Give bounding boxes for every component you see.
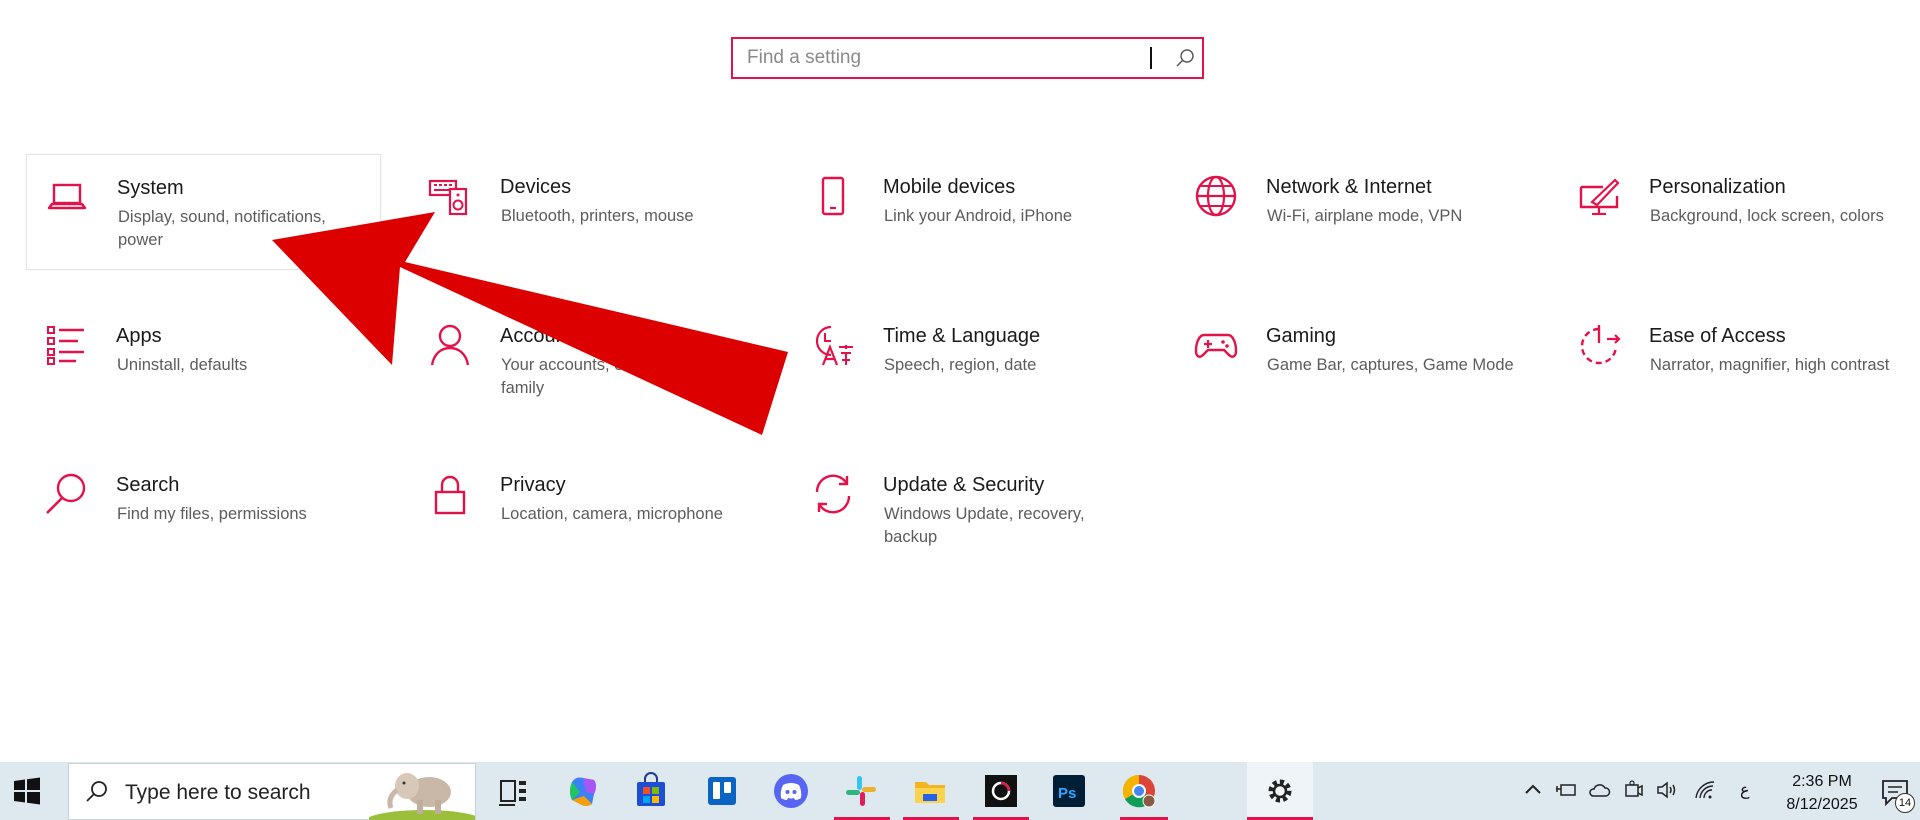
category-description: Display, sound, notifications, power <box>118 208 326 249</box>
category-description: Background, lock screen, colors <box>1650 207 1884 225</box>
taskbar-search-box[interactable]: Type here to search <box>68 763 476 820</box>
text-caret <box>1150 47 1152 69</box>
trello-icon[interactable] <box>703 772 741 810</box>
taskbar: Type here to search Ps ع 2:36 PM 8/12/20… <box>0 762 1920 820</box>
battery-plug-icon[interactable] <box>1554 778 1578 802</box>
find-setting-input[interactable] <box>747 46 1147 70</box>
category-devices[interactable]: Devices Bluetooth, printers, mouse <box>410 154 765 270</box>
category-description: Uninstall, defaults <box>117 356 248 374</box>
paintbrush-icon <box>1577 174 1621 218</box>
category-update-security[interactable]: Update & Security Windows Update, recove… <box>793 452 1148 568</box>
store-icon[interactable] <box>632 772 670 810</box>
category-accounts[interactable]: Accounts Your accounts, email, sync, wor… <box>410 303 765 419</box>
category-description: Location, camera, microphone <box>501 505 723 523</box>
ease-of-access-icon <box>1577 323 1621 367</box>
wifi-icon[interactable] <box>1693 778 1717 802</box>
photoshop-icon[interactable]: Ps <box>1050 772 1088 810</box>
category-time-language[interactable]: Time & Language Speech, region, date <box>793 303 1148 419</box>
category-title: Accounts <box>500 325 583 347</box>
find-setting-search-box[interactable] <box>731 37 1204 79</box>
category-title: Network & Internet <box>1266 176 1432 198</box>
category-description: Link your Android, iPhone <box>884 207 1073 225</box>
category-title: Apps <box>116 325 162 347</box>
category-network-internet[interactable]: Network & Internet Wi-Fi, airplane mode,… <box>1176 154 1531 270</box>
category-description: Narrator, magnifier, high contrast <box>1650 356 1890 374</box>
category-ease-of-access[interactable]: Ease of Access Narrator, magnifier, high… <box>1559 303 1914 419</box>
cloud-icon[interactable] <box>1587 778 1611 802</box>
file-explorer-icon[interactable] <box>911 772 949 810</box>
media-app-icon[interactable] <box>982 772 1020 810</box>
meet-now-icon[interactable] <box>1621 778 1645 802</box>
notification-count-badge: 14 <box>1895 793 1915 813</box>
search-icon <box>86 781 107 802</box>
category-apps[interactable]: Apps Uninstall, defaults <box>26 303 381 419</box>
category-title: Devices <box>500 176 572 198</box>
category-title: Gaming <box>1266 325 1337 347</box>
taskbar-search-placeholder: Type here to search <box>125 781 311 804</box>
volume-icon[interactable] <box>1655 778 1679 802</box>
elephant-doodle-icon <box>369 773 475 820</box>
chrome-icon[interactable] <box>1120 772 1158 810</box>
sync-icon <box>811 472 855 516</box>
clock-time: 2:36 PM <box>1792 773 1852 790</box>
task-view-icon[interactable] <box>494 772 532 810</box>
category-description: Wi-Fi, airplane mode, VPN <box>1267 207 1463 225</box>
category-description: Game Bar, captures, Game Mode <box>1267 356 1514 374</box>
phone-icon <box>811 174 855 218</box>
discord-icon[interactable] <box>772 772 810 810</box>
apps-list-icon <box>44 323 88 367</box>
category-title: Time & Language <box>883 325 1041 347</box>
lock-icon <box>428 472 472 516</box>
svg-text:Ps: Ps <box>1058 785 1076 802</box>
category-title: Personalization <box>1649 176 1786 198</box>
devices-icon <box>428 174 472 218</box>
search-icon[interactable] <box>1174 48 1196 70</box>
category-system[interactable]: System Display, sound, notifications, po… <box>26 154 381 270</box>
category-description: Bluetooth, printers, mouse <box>501 207 694 225</box>
category-title: Privacy <box>500 474 566 496</box>
person-icon <box>428 323 472 367</box>
category-title: System <box>117 177 184 199</box>
gamepad-icon <box>1194 323 1238 367</box>
category-personalization[interactable]: Personalization Background, lock screen,… <box>1559 154 1914 270</box>
category-privacy[interactable]: Privacy Location, camera, microphone <box>410 452 765 568</box>
category-description: Speech, region, date <box>884 356 1037 374</box>
category-mobile-devices[interactable]: Mobile devices Link your Android, iPhone <box>793 154 1148 270</box>
laptop-icon <box>45 175 89 219</box>
taskbar-clock[interactable]: 2:36 PM 8/12/2025 <box>1772 770 1872 816</box>
search-icon <box>44 472 88 516</box>
category-gaming[interactable]: Gaming Game Bar, captures, Game Mode <box>1176 303 1531 419</box>
chevron-up-icon[interactable] <box>1521 778 1545 802</box>
input-language-indicator[interactable]: ع <box>1740 780 1750 800</box>
time-language-icon <box>811 323 855 367</box>
category-description: Windows Update, recovery, backup <box>884 505 1085 546</box>
category-title: Ease of Access <box>1649 325 1786 347</box>
category-title: Search <box>116 474 180 496</box>
category-description: Your accounts, email, sync, work, family <box>501 356 746 397</box>
clock-date: 8/12/2025 <box>1786 796 1858 813</box>
category-description: Find my files, permissions <box>117 505 307 523</box>
globe-icon <box>1194 174 1238 218</box>
category-title: Update & Security <box>883 474 1045 496</box>
slack-icon[interactable] <box>842 772 880 810</box>
settings-icon[interactable] <box>1261 772 1299 810</box>
category-search[interactable]: Search Find my files, permissions <box>26 452 381 568</box>
category-title: Mobile devices <box>883 176 1016 198</box>
windows-start-icon[interactable] <box>12 776 42 806</box>
copilot-icon[interactable] <box>564 772 602 810</box>
